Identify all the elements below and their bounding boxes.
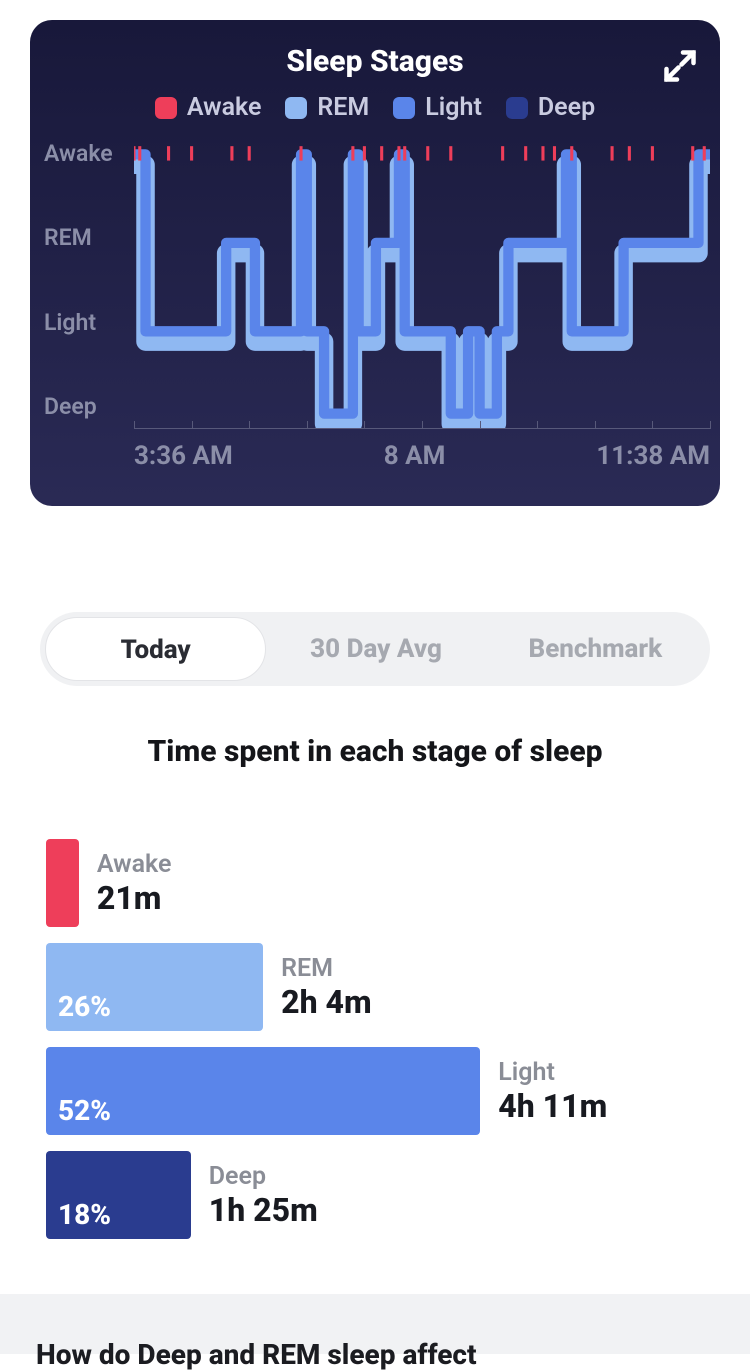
stage-bar-pct: 26% — [58, 990, 111, 1023]
stage-bar-label: Light — [498, 1058, 607, 1087]
stage-bar-label: REM — [281, 954, 372, 983]
stage-bar-value: 1h 25m — [209, 1191, 318, 1229]
chart-legend: Awake REM Light Deep — [30, 93, 720, 122]
stage-bar: 52% — [46, 1047, 480, 1135]
stage-bars: Awake21m 26% REM2h 4m 52% Light4h 11m 18% Deep… — [46, 839, 704, 1239]
stage-bar-label: Awake — [97, 850, 172, 879]
section-title: Time spent in each stage of sleep — [0, 734, 750, 769]
info-section: How do Deep and REM sleep affect — [0, 1294, 750, 1354]
stage-bar-pct: 18% — [58, 1198, 111, 1231]
legend-chip — [155, 97, 177, 119]
legend-chip — [393, 97, 415, 119]
tab-benchmark[interactable]: Benchmark — [486, 617, 705, 681]
legend-item-deep: Deep — [506, 93, 595, 122]
stage-bar — [46, 839, 79, 927]
legend-chip — [285, 97, 307, 119]
stage-bar-row: 52% Light4h 11m — [46, 1047, 704, 1135]
legend-chip — [506, 97, 528, 119]
expand-icon[interactable] — [662, 48, 698, 84]
sleep-stages-chart[interactable]: Awake REM Light Deep — [30, 140, 720, 420]
legend-item-awake: Awake — [155, 93, 262, 122]
tab-bar: Today 30 Day Avg Benchmark — [40, 612, 710, 686]
tab-today[interactable]: Today — [45, 617, 266, 681]
stage-bar-value: 4h 11m — [498, 1087, 607, 1125]
stage-bar: 18% — [46, 1151, 191, 1239]
legend-item-light: Light — [393, 93, 482, 122]
sleep-plot — [134, 140, 710, 428]
legend-item-rem: REM — [285, 93, 369, 122]
stage-bar-value: 2h 4m — [281, 983, 372, 1021]
y-axis: Awake REM Light Deep — [44, 140, 140, 420]
stage-bar-pct: 52% — [58, 1094, 111, 1127]
stage-bar: 26% — [46, 943, 263, 1031]
stage-bar-row: Awake21m — [46, 839, 704, 927]
stage-bar-row: 18% Deep1h 25m — [46, 1151, 704, 1239]
x-axis: 3:36 AM 8 AM 11:38 AM — [134, 428, 710, 478]
sleep-stages-card: Sleep Stages Awake REM Light Deep Awake … — [30, 20, 720, 506]
stage-bar-row: 26% REM2h 4m — [46, 943, 704, 1031]
stage-bar-label: Deep — [209, 1162, 318, 1191]
tab-30-day-avg[interactable]: 30 Day Avg — [266, 617, 485, 681]
stage-bar-value: 21m — [97, 879, 172, 917]
info-heading: How do Deep and REM sleep affect — [36, 1338, 714, 1371]
card-title: Sleep Stages — [30, 44, 720, 79]
